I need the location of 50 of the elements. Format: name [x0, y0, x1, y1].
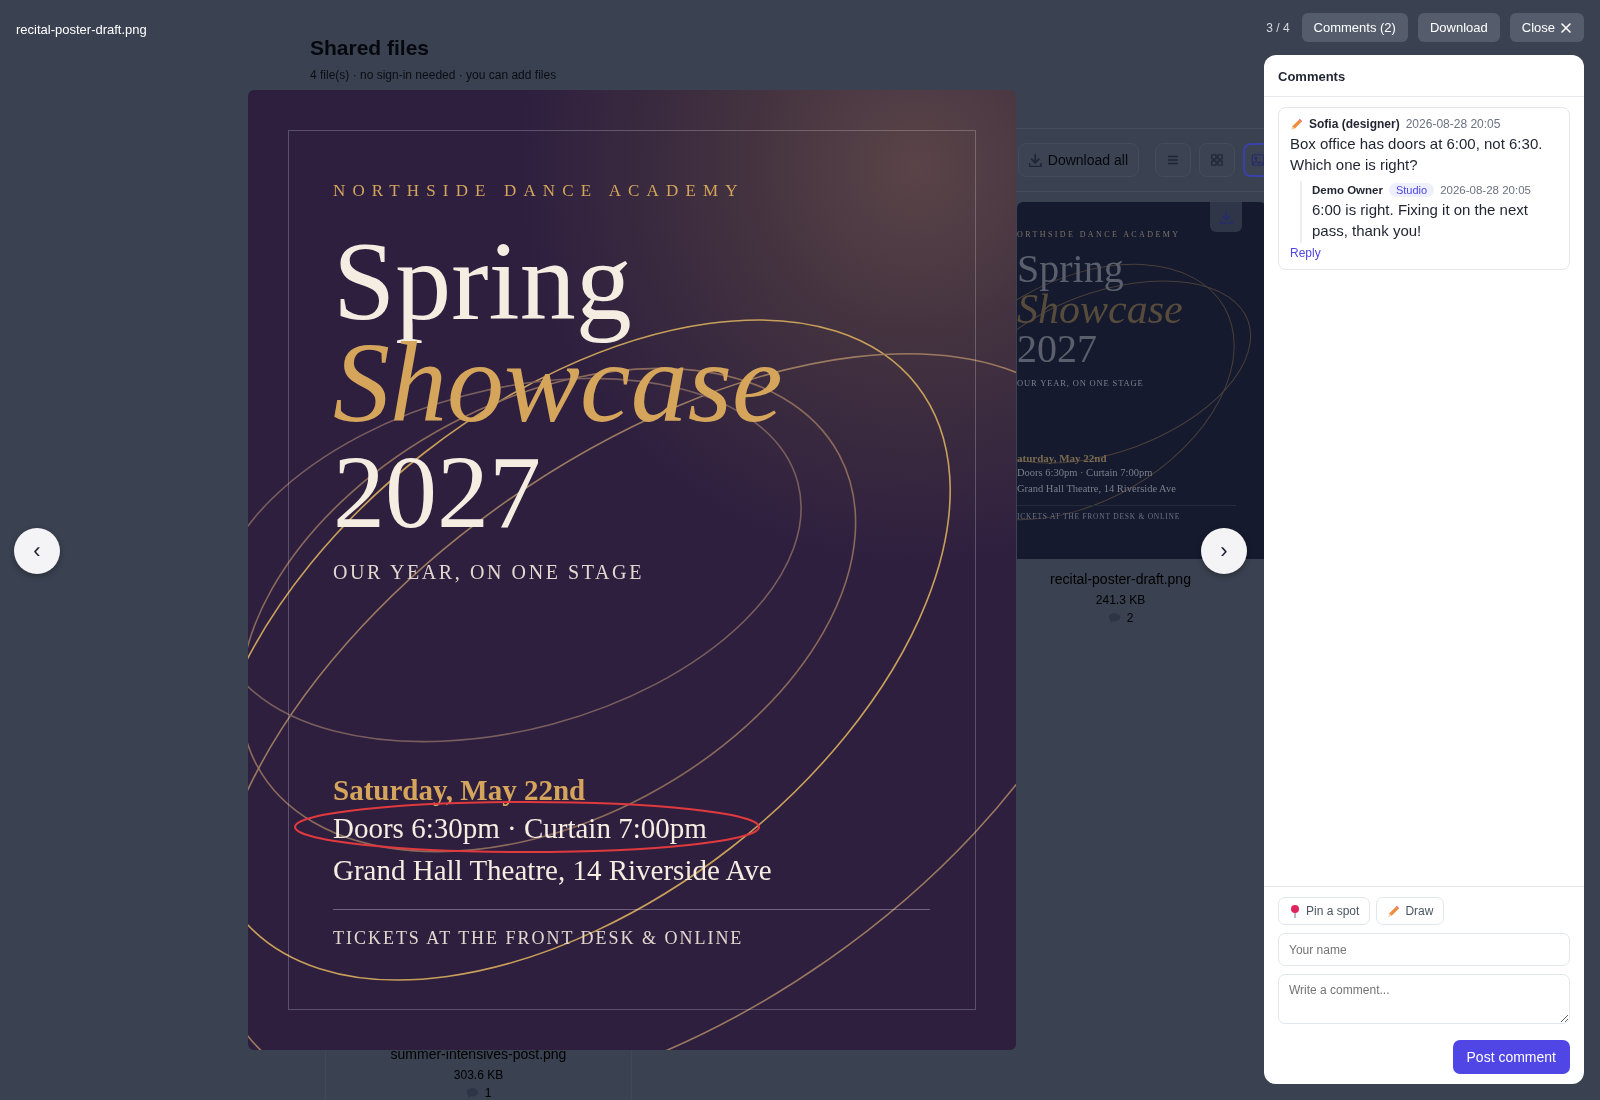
poster-tagline: OUR YEAR, ON ONE STAGE: [1017, 377, 1144, 388]
close-icon: [1560, 21, 1572, 34]
file-name: recital-poster-draft.png: [15, 21, 147, 37]
comment-count: 2: [1126, 611, 1134, 625]
poster-year: 2027: [1017, 325, 1097, 371]
pin-icon: [1289, 904, 1301, 918]
page-counter: 3 / 4: [1266, 20, 1290, 35]
close-button[interactable]: Close: [1509, 13, 1584, 42]
comment-field[interactable]: Write a comment...: [1278, 974, 1570, 1024]
poster-eyebrow: NORTHSIDE DANCE ACADEMY: [333, 180, 745, 200]
list-icon: [1166, 153, 1180, 167]
name-field[interactable]: Your name: [1278, 933, 1570, 966]
file-name: summer-intensives-post.png: [389, 1046, 568, 1062]
image-icon: [1251, 153, 1265, 167]
toolbar-button[interactable]: Download: [1417, 13, 1500, 42]
pencil-icon: [1290, 117, 1303, 131]
poster-detail: Doors 6:30pm · Curtain 7:00pm: [1017, 466, 1153, 478]
toolbar-button[interactable]: Comments (2): [1301, 13, 1408, 42]
file-size: 303.6 KB: [452, 1068, 505, 1082]
file-size: 241.3 KB: [1094, 593, 1147, 607]
draw-button[interactable]: Draw: [1376, 897, 1445, 925]
comment-author: Demo Owner: [1312, 184, 1383, 196]
panel-title: Comments: [1264, 55, 1584, 97]
poster-footer: TICKETS AT THE FRONT DESK & ONLINE: [333, 927, 744, 948]
comment-text: Box office has doors at 6:00, not 6:30. Which one is right?: [1290, 134, 1544, 175]
post-comment-button[interactable]: Post comment: [1452, 1040, 1570, 1074]
download-icon: [1028, 153, 1042, 167]
view-toggle-button[interactable]: [1199, 143, 1235, 177]
poster-detail: Doors 6:30pm · Curtain 7:00pm: [333, 811, 707, 844]
grid-icon: [1210, 153, 1224, 167]
comment-author: Sofia (designer): [1309, 117, 1400, 131]
page-title: Shared files: [310, 36, 431, 60]
comment-time: 2026-08-28 20:05: [1440, 184, 1531, 196]
poster-date: aturday, May 22nd: [1017, 451, 1107, 464]
comment-count: 1: [484, 1086, 492, 1100]
poster-eyebrow: ORTHSIDE DANCE ACADEMY: [1017, 230, 1181, 239]
download-button[interactable]: [1210, 202, 1242, 232]
reply-link[interactable]: Reply: [1290, 246, 1321, 260]
view-toggle-button[interactable]: [1243, 143, 1265, 177]
poster-date: Saturday, May 22nd: [333, 773, 586, 806]
pencil-icon: [1387, 904, 1401, 918]
role-badge: Studio: [1388, 183, 1435, 197]
previous-button[interactable]: ‹: [14, 527, 60, 574]
view-toggle-button[interactable]: [1155, 143, 1191, 177]
pin-button[interactable]: Pin a spot: [1278, 897, 1371, 925]
file-name: recital-poster-draft.png: [1049, 571, 1192, 587]
poster-detail: Grand Hall Theatre, 14 Riverside Ave: [1017, 482, 1176, 494]
download-icon: [1219, 210, 1233, 224]
comment-text: 6:00 is right. Fixing it on the next pass, thank you!: [1312, 200, 1529, 241]
comment-time: 2026-08-28 20:05: [1405, 117, 1501, 131]
